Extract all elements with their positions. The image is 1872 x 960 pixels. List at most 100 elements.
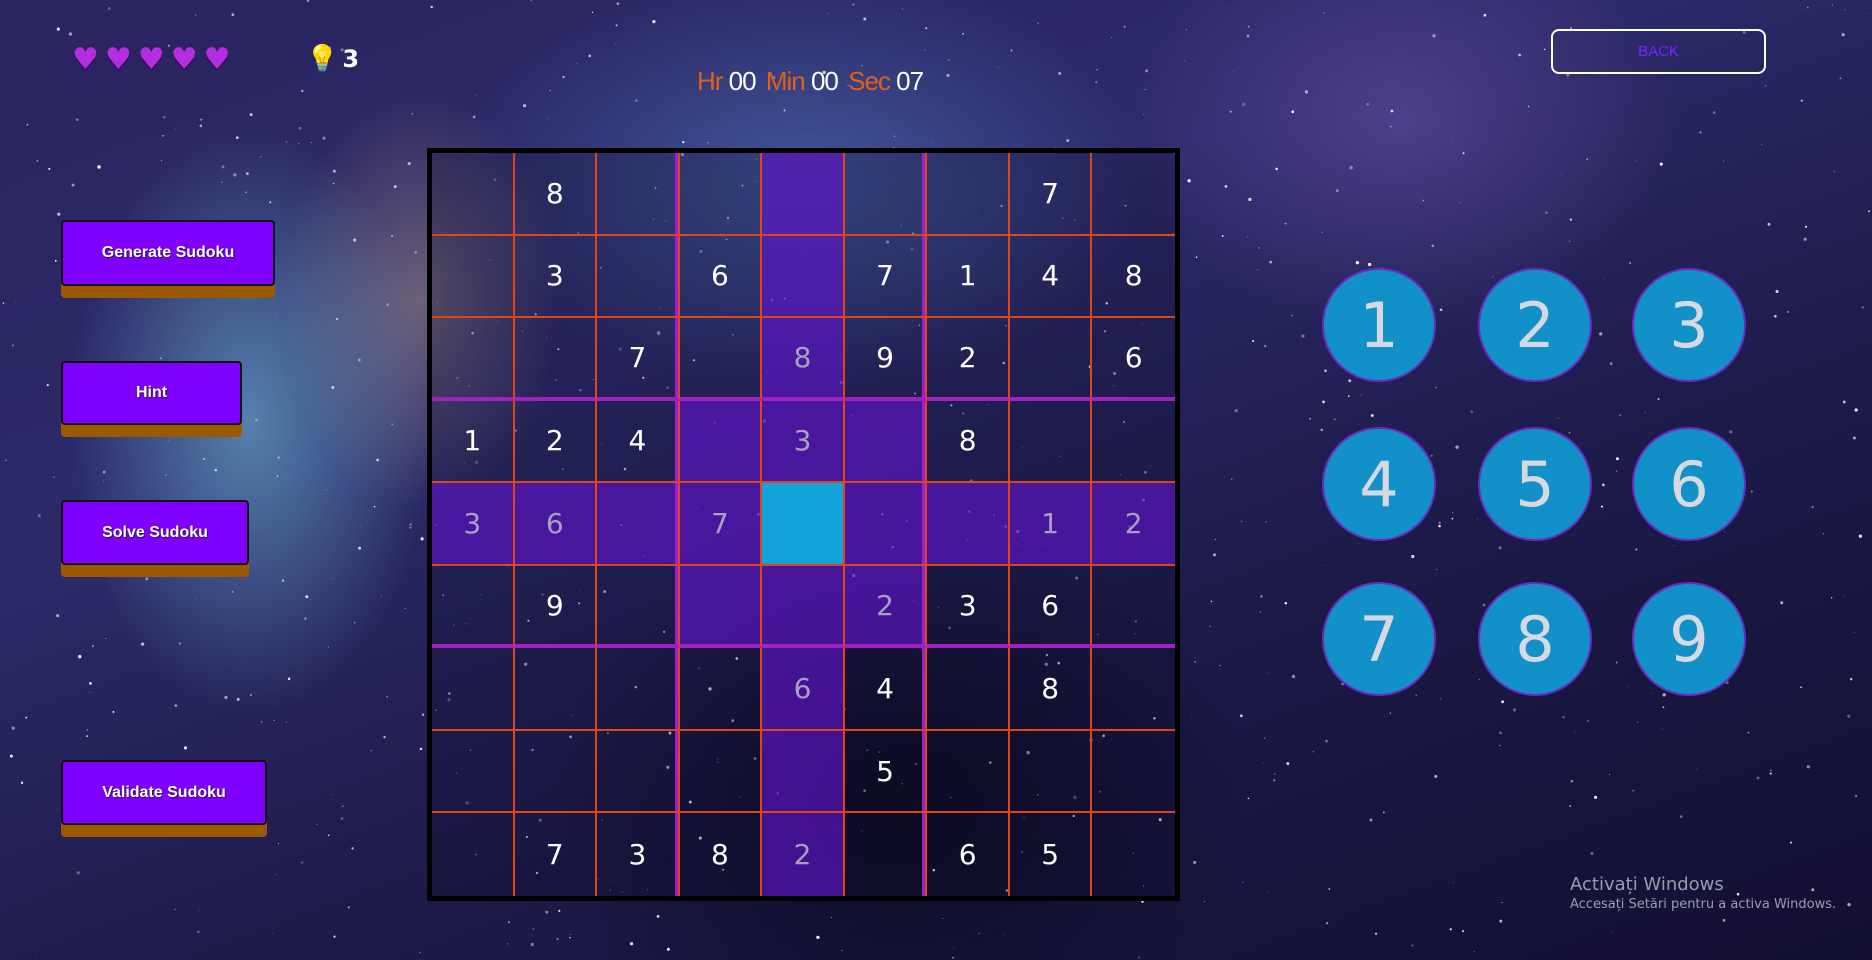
sudoku-cell[interactable]: 7 xyxy=(844,235,928,319)
sudoku-cell[interactable] xyxy=(1009,730,1093,814)
number-pad-button[interactable]: 3 xyxy=(1632,268,1746,382)
sudoku-cell[interactable]: 8 xyxy=(680,813,763,896)
sudoku-cell[interactable] xyxy=(844,153,928,236)
sudoku-cell[interactable] xyxy=(679,153,763,236)
sudoku-cell[interactable] xyxy=(762,483,845,566)
sudoku-cell[interactable] xyxy=(597,153,680,236)
sudoku-cell[interactable]: 8 xyxy=(1092,236,1175,319)
sudoku-cell[interactable] xyxy=(927,483,1010,566)
sudoku-cell[interactable]: 6 xyxy=(927,813,1010,896)
sudoku-cell[interactable] xyxy=(1092,648,1175,731)
validate-sudoku-button[interactable]: Validate Sudoku xyxy=(61,760,267,825)
sudoku-cell[interactable] xyxy=(597,730,680,814)
sudoku-cell[interactable]: 3 xyxy=(514,235,598,319)
sudoku-cell[interactable]: 8 xyxy=(1009,648,1093,731)
sudoku-cell[interactable] xyxy=(679,318,763,401)
sudoku-cell[interactable]: 4 xyxy=(597,400,680,484)
sudoku-cell[interactable]: 1 xyxy=(432,400,515,484)
sudoku-cell[interactable] xyxy=(432,318,515,401)
sudoku-cell[interactable] xyxy=(1092,153,1175,236)
sudoku-cell[interactable]: 2 xyxy=(844,565,928,649)
star xyxy=(1843,596,1845,597)
sudoku-cell[interactable] xyxy=(597,483,680,566)
sudoku-cell[interactable]: 6 xyxy=(514,483,598,566)
sudoku-cell[interactable] xyxy=(432,153,515,236)
sudoku-cell[interactable]: 3 xyxy=(927,565,1010,649)
sudoku-cell[interactable]: 1 xyxy=(927,235,1010,319)
sudoku-cell[interactable]: 2 xyxy=(927,318,1010,401)
sudoku-cell[interactable] xyxy=(679,730,763,814)
sudoku-cell[interactable]: 7 xyxy=(679,483,763,566)
sudoku-cell[interactable] xyxy=(679,565,763,649)
sudoku-cell[interactable] xyxy=(1092,566,1175,649)
sudoku-cell[interactable]: 8 xyxy=(762,318,845,401)
star xyxy=(301,89,304,93)
sudoku-cell[interactable] xyxy=(844,400,928,484)
sudoku-cell[interactable] xyxy=(514,318,598,401)
sudoku-cell[interactable]: 4 xyxy=(1009,235,1093,319)
sudoku-cell[interactable] xyxy=(597,648,680,731)
sudoku-cell[interactable]: 7 xyxy=(597,318,680,401)
number-pad-button[interactable]: 8 xyxy=(1478,582,1592,696)
sudoku-cell[interactable] xyxy=(514,648,598,731)
number-pad-button[interactable]: 6 xyxy=(1632,427,1746,541)
number-pad-button[interactable]: 4 xyxy=(1322,427,1436,541)
back-button[interactable]: BACK xyxy=(1551,29,1766,74)
sudoku-cell[interactable]: 5 xyxy=(844,730,928,814)
sudoku-cell[interactable]: 6 xyxy=(762,648,845,731)
sudoku-cell[interactable]: 4 xyxy=(844,648,928,731)
sudoku-cell[interactable]: 6 xyxy=(1092,318,1175,401)
sudoku-cell[interactable] xyxy=(845,813,928,896)
sudoku-cell[interactable]: 9 xyxy=(844,318,928,401)
sudoku-cell[interactable] xyxy=(762,153,845,236)
sudoku-cell[interactable] xyxy=(927,153,1010,236)
sudoku-cell[interactable] xyxy=(927,648,1010,731)
generate-sudoku-button[interactable]: Generate Sudoku xyxy=(61,220,275,286)
solve-sudoku-button[interactable]: Solve Sudoku xyxy=(61,500,249,565)
number-pad-button[interactable]: 5 xyxy=(1478,427,1592,541)
sudoku-cell[interactable] xyxy=(1092,813,1175,896)
sudoku-cell[interactable]: 6 xyxy=(679,235,763,319)
sudoku-cell[interactable] xyxy=(844,483,928,566)
number-pad-button[interactable]: 9 xyxy=(1632,582,1746,696)
sudoku-cell[interactable]: 2 xyxy=(514,400,598,484)
sudoku-cell[interactable]: 7 xyxy=(1009,153,1093,236)
sudoku-cell[interactable]: 9 xyxy=(514,565,598,649)
sudoku-cell[interactable] xyxy=(432,235,515,319)
sudoku-cell[interactable]: 2 xyxy=(1092,483,1175,566)
sudoku-cell[interactable] xyxy=(432,730,515,814)
sudoku-cell[interactable] xyxy=(432,565,515,649)
sudoku-cell[interactable] xyxy=(432,648,515,731)
sudoku-cell[interactable]: 5 xyxy=(1010,813,1093,896)
sudoku-cell[interactable]: 6 xyxy=(1009,565,1093,649)
number-pad-button[interactable]: 1 xyxy=(1322,268,1436,382)
sudoku-cell[interactable]: 2 xyxy=(762,813,845,896)
sudoku-cell[interactable]: 8 xyxy=(514,153,598,236)
sudoku-cell[interactable] xyxy=(1092,401,1175,484)
sudoku-cell[interactable] xyxy=(1009,400,1093,484)
sudoku-cell[interactable] xyxy=(762,730,845,814)
number-pad-button[interactable]: 2 xyxy=(1478,268,1592,382)
star xyxy=(1662,693,1666,697)
sudoku-cell[interactable] xyxy=(597,565,680,649)
sudoku-cell[interactable] xyxy=(679,648,763,731)
sudoku-cell[interactable]: 7 xyxy=(515,813,598,896)
sudoku-cell[interactable] xyxy=(514,730,598,814)
sudoku-cell[interactable] xyxy=(927,730,1010,814)
timer-hr: 00 xyxy=(728,66,757,96)
number-pad-button[interactable]: 7 xyxy=(1322,582,1436,696)
sudoku-cell[interactable] xyxy=(679,400,763,484)
sudoku-cell[interactable] xyxy=(432,813,515,896)
sudoku-cell[interactable]: 1 xyxy=(1009,483,1093,566)
sudoku-cell[interactable]: 8 xyxy=(927,400,1010,484)
star xyxy=(245,191,248,194)
sudoku-cell[interactable]: 3 xyxy=(432,483,515,566)
hint-button[interactable]: Hint xyxy=(61,361,242,425)
sudoku-cell[interactable] xyxy=(762,565,845,649)
sudoku-cell[interactable]: 3 xyxy=(762,400,845,484)
sudoku-cell[interactable] xyxy=(1009,318,1093,401)
sudoku-cell[interactable] xyxy=(762,235,845,319)
sudoku-cell[interactable] xyxy=(1092,731,1175,814)
sudoku-cell[interactable]: 3 xyxy=(597,813,680,896)
sudoku-cell[interactable] xyxy=(597,235,680,319)
